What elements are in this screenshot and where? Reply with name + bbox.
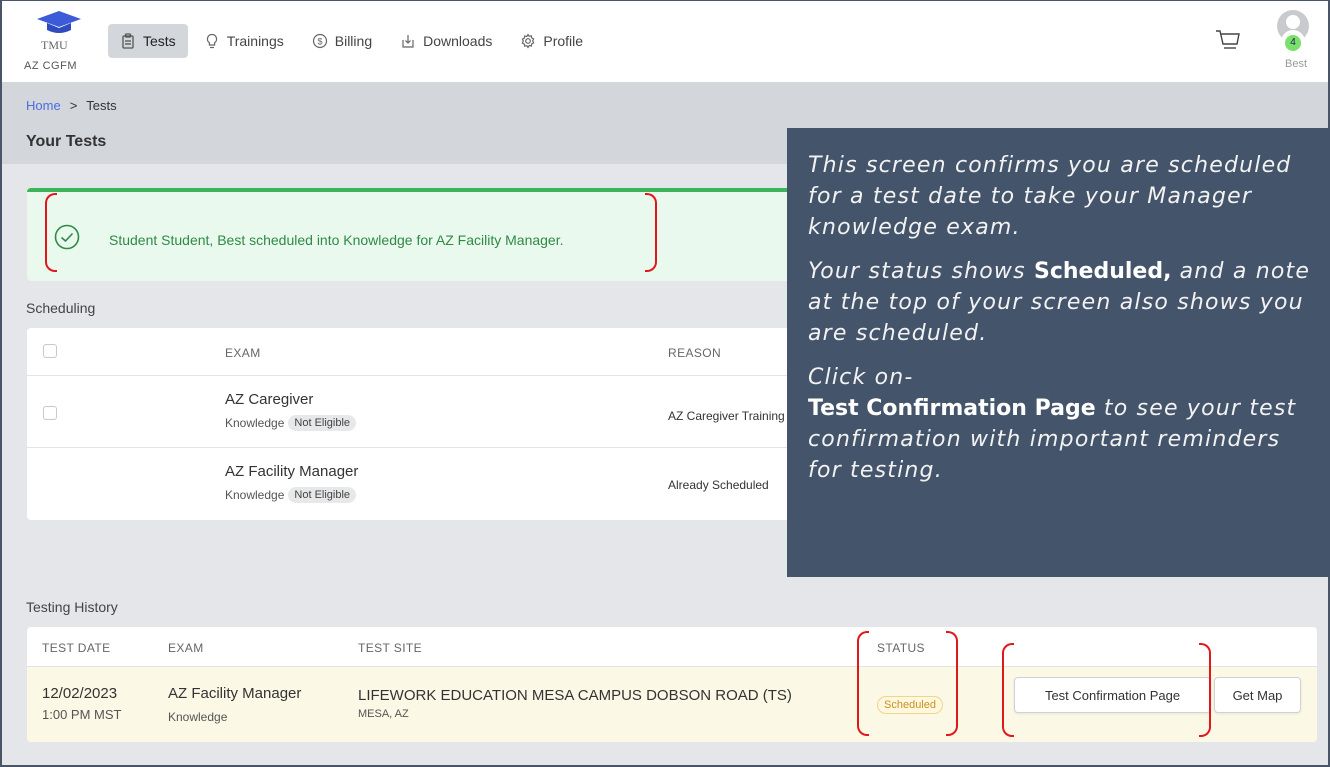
highlight-bracket-right <box>645 193 657 272</box>
success-alert: Student Student, Best scheduled into Kno… <box>27 188 807 281</box>
callout-bold-button-name: Test Confirmation Page <box>808 396 1096 421</box>
table-row: AZ Facility Manager Knowledge Not Eligib… <box>27 448 807 520</box>
top-navbar: TMU AZ CGFM Tests Trainings $ Billing Do… <box>2 1 1328 82</box>
logo-text: TMU <box>41 38 68 52</box>
exam-name: AZ Facility Manager <box>168 685 302 702</box>
callout-paragraph-3: Test Confirmation Page to see your test … <box>808 393 1316 486</box>
nav-tests[interactable]: Tests <box>108 24 188 58</box>
nav-label: Trainings <box>226 33 284 49</box>
table-row: 12/02/2023 1:00 PM MST AZ Facility Manag… <box>27 667 1317 742</box>
highlight-bracket-right <box>1199 643 1211 737</box>
dollar-icon: $ <box>312 33 328 49</box>
breadcrumb: Home > Tests <box>26 98 117 113</box>
highlight-bracket-left <box>857 631 869 736</box>
nav-label: Tests <box>143 33 176 49</box>
callout-click-line: Click on- <box>808 365 914 390</box>
cart-icon[interactable] <box>1215 28 1241 52</box>
highlight-bracket-left <box>45 193 57 272</box>
status-badge: Scheduled <box>877 696 943 714</box>
callout-paragraph-2: Your status shows Scheduled, and a note … <box>808 256 1316 349</box>
eligibility-badge: Not Eligible <box>288 415 357 431</box>
test-time: 1:00 PM MST <box>42 707 122 722</box>
nav-label: Billing <box>334 33 373 49</box>
table-header: TEST DATE EXAM TEST SITE STATUS <box>27 627 1317 667</box>
user-name[interactable]: Best <box>1285 58 1307 70</box>
test-date: 12/02/2023 <box>42 685 118 702</box>
clipboard-icon <box>120 33 136 49</box>
app-logo[interactable]: TMU AZ CGFM <box>24 9 94 79</box>
org-name: AZ CGFM <box>24 60 77 72</box>
table-row: AZ Caregiver Knowledge Not Eligible AZ C… <box>27 376 807 448</box>
highlight-bracket-left <box>1002 643 1014 737</box>
exam-name: AZ Facility Manager <box>225 463 359 480</box>
instruction-callout: This screen confirms you are scheduled f… <box>787 128 1330 577</box>
nav-label: Downloads <box>423 33 493 49</box>
testing-history-title: Testing History <box>26 599 118 615</box>
nav-billing[interactable]: $ Billing <box>300 24 384 58</box>
lightbulb-icon <box>204 33 220 49</box>
column-header-test-date: TEST DATE <box>42 641 111 655</box>
testing-history-table: TEST DATE EXAM TEST SITE STATUS 12/02/20… <box>27 627 1317 742</box>
breadcrumb-separator: > <box>69 98 78 113</box>
column-header-exam: EXAM <box>225 346 261 360</box>
table-header: EXAM REASON <box>27 328 807 376</box>
column-header-reason: REASON <box>668 346 722 360</box>
get-map-button[interactable]: Get Map <box>1214 677 1301 713</box>
column-header-test-site: TEST SITE <box>358 641 423 655</box>
callout-paragraph-1: This screen confirms you are scheduled f… <box>808 153 1292 240</box>
svg-text:$: $ <box>317 37 322 47</box>
row-checkbox[interactable] <box>43 406 57 420</box>
graduation-cap-icon <box>37 11 81 33</box>
cart-count-badge: 4 <box>1285 35 1301 51</box>
exam-type: Knowledge <box>168 710 228 724</box>
check-circle-icon <box>54 224 80 250</box>
nav-trainings[interactable]: Trainings <box>192 24 296 58</box>
test-site-city: MESA, AZ <box>358 708 409 720</box>
page-title: Your Tests <box>26 133 107 150</box>
breadcrumb-home-link[interactable]: Home <box>26 98 61 113</box>
alert-message: Student Student, Best scheduled into Kno… <box>109 232 564 248</box>
exam-type: Knowledge Not Eligible <box>225 487 357 503</box>
column-header-exam: EXAM <box>168 641 204 655</box>
highlight-bracket-right <box>946 631 958 736</box>
main-nav: Tests Trainings $ Billing Downloads Prof… <box>108 24 599 58</box>
column-header-status: STATUS <box>877 641 925 655</box>
test-confirmation-page-button[interactable]: Test Confirmation Page <box>1014 677 1211 713</box>
scheduling-title: Scheduling <box>26 300 96 316</box>
reason-text: AZ Caregiver Training <box>668 409 785 423</box>
nav-downloads[interactable]: Downloads <box>388 24 504 58</box>
download-icon <box>400 33 416 49</box>
select-all-checkbox[interactable] <box>43 344 57 358</box>
nav-label: Profile <box>543 33 584 49</box>
nav-profile[interactable]: Profile <box>508 24 595 58</box>
exam-name: AZ Caregiver <box>225 391 314 408</box>
test-site-name: LIFEWORK EDUCATION MESA CAMPUS DOBSON RO… <box>358 687 792 704</box>
exam-type: Knowledge Not Eligible <box>225 415 357 431</box>
callout-text: Your status shows <box>808 259 1034 284</box>
reason-text: Already Scheduled <box>668 478 769 492</box>
breadcrumb-current: Tests <box>86 98 117 113</box>
eligibility-badge: Not Eligible <box>288 487 357 503</box>
exam-type-label: Knowledge <box>225 488 285 502</box>
scheduling-table: EXAM REASON AZ Caregiver Knowledge Not E… <box>27 328 807 520</box>
exam-type-label: Knowledge <box>225 416 285 430</box>
callout-bold-status: Scheduled, <box>1033 259 1172 284</box>
gear-icon <box>520 33 536 49</box>
